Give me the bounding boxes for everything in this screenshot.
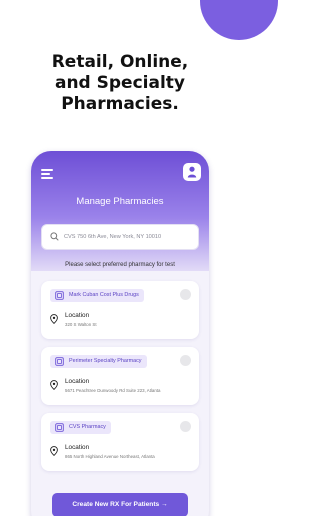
pharmacy-store-icon <box>55 423 64 432</box>
select-radio[interactable] <box>180 421 191 432</box>
location-pin-icon <box>50 314 58 324</box>
location-pin-icon <box>50 446 58 456</box>
create-new-rx-button[interactable]: Create New RX For Patients → <box>52 493 188 516</box>
pharmacy-name-badge: Mark Cuban Cost Plus Drugs <box>50 289 144 302</box>
pharmacy-name: Mark Cuban Cost Plus Drugs <box>69 292 139 298</box>
user-icon <box>187 166 197 178</box>
location-address: 865 North Highland Avenue Northeast, Atl… <box>65 454 155 459</box>
location-pin-icon <box>50 380 58 390</box>
hamburger-menu-icon[interactable] <box>41 169 53 179</box>
pharmacy-card[interactable]: Perimeter Specialty Pharmacy Location 56… <box>41 347 199 405</box>
pharmacy-card[interactable]: Mark Cuban Cost Plus Drugs Location 320 … <box>41 281 199 339</box>
location-address: 5671 Peachtree Dunwoody Rd Suite 223, At… <box>65 388 161 393</box>
pharmacy-store-icon <box>55 291 64 300</box>
page-title: Manage Pharmacies <box>76 196 164 207</box>
pharmacy-store-icon <box>55 357 64 366</box>
pharmacy-name: CVS Pharmacy <box>69 424 106 430</box>
location-label: Location <box>65 378 90 385</box>
pharmacy-card[interactable]: CVS Pharmacy Location 865 North Highland… <box>41 413 199 471</box>
location-label: Location <box>65 444 90 451</box>
instruction-text: Please select preferred pharmacy for tes… <box>65 262 175 268</box>
pharmacy-name: Perimeter Specialty Pharmacy <box>69 358 142 364</box>
search-input[interactable] <box>64 231 194 243</box>
select-radio[interactable] <box>180 355 191 366</box>
location-address: 320 S Walton St <box>65 322 97 327</box>
decorative-corner-circle <box>200 0 278 40</box>
profile-button[interactable] <box>183 163 201 181</box>
phone-mockup: Manage Pharmacies Please select preferre… <box>31 151 209 516</box>
location-label: Location <box>65 312 90 319</box>
pharmacy-name-badge: CVS Pharmacy <box>50 421 111 434</box>
pharmacy-name-badge: Perimeter Specialty Pharmacy <box>50 355 147 368</box>
marketing-headline: Retail, Online, and Specialty Pharmacies… <box>51 52 189 114</box>
search-bar[interactable] <box>41 224 199 250</box>
search-icon <box>50 232 59 241</box>
select-radio[interactable] <box>180 289 191 300</box>
